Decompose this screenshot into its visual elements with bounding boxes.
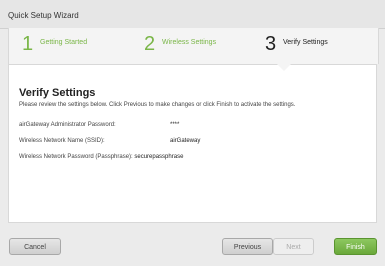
window-title: Quick Setup Wizard — [8, 11, 79, 20]
setting-row-passphrase: Wireless Network Password (Passphrase): … — [19, 154, 183, 160]
wizard-steps: 1 Getting Started 2 Wireless Settings 3 … — [8, 28, 379, 64]
setting-value-admin-password: **** — [170, 122, 180, 128]
step-label: Getting Started — [40, 39, 88, 46]
setting-value-passphrase: securepassphrase — [134, 154, 184, 160]
step-label: Wireless Settings — [162, 39, 217, 46]
setting-label-admin-password: airGateway Administrator Password: — [19, 122, 116, 128]
active-step-pointer — [276, 63, 292, 71]
cancel-button[interactable]: Cancel — [9, 238, 61, 255]
page-heading: Verify Settings — [19, 87, 96, 99]
setting-label-passphrase: Wireless Network Password (Passphrase): — [19, 154, 133, 160]
step-number: 2 — [144, 33, 156, 55]
step-number: 1 — [22, 33, 34, 55]
setting-value-ssid: airGateway — [170, 138, 201, 144]
next-button[interactable]: Next — [273, 238, 314, 255]
setting-label-ssid: Wireless Network Name (SSID): — [19, 138, 105, 144]
step-number: 3 — [265, 33, 277, 55]
intro-text: Please review the settings below. Click … — [19, 102, 296, 108]
finish-button[interactable]: Finish — [334, 238, 377, 255]
previous-button[interactable]: Previous — [222, 238, 273, 255]
step-label: Verify Settings — [283, 39, 328, 46]
title-bar: Quick Setup Wizard — [0, 0, 385, 29]
